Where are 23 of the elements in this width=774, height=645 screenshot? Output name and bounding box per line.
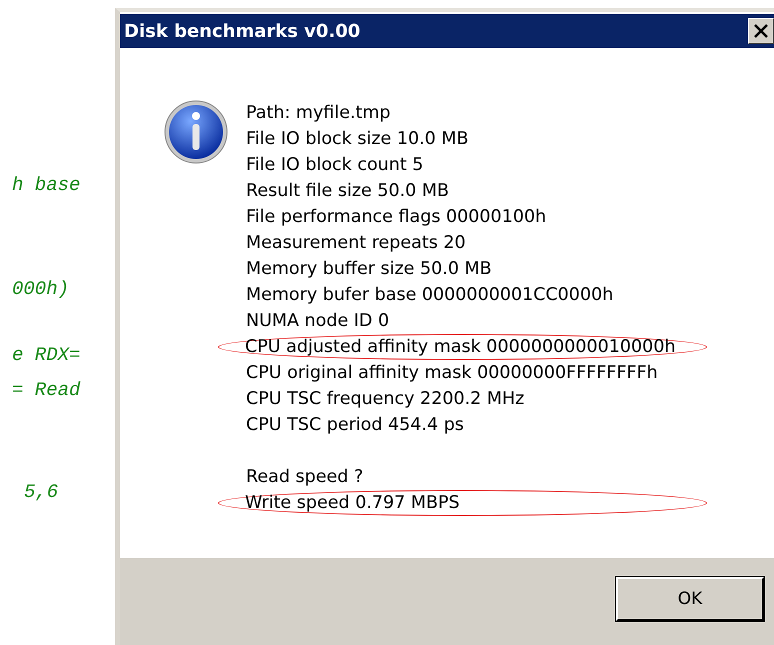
window-title: Disk benchmarks v0.00: [124, 20, 360, 42]
info-line: File IO block size 10.0 MB: [245, 128, 470, 151]
close-button[interactable]: [748, 18, 774, 44]
info-line: Result file size 50.0 MB: [245, 180, 450, 203]
info-icon: [164, 100, 228, 164]
close-icon: [752, 22, 770, 40]
info-line: File performance flags 00000100h: [245, 206, 548, 229]
info-line: Memory bufer base 0000000001CC0000h: [245, 284, 614, 307]
info-line: CPU original affinity mask 00000000FFFFFFFFh: [245, 362, 659, 385]
info-line: CPU TSC period 454.4 ps: [245, 414, 465, 437]
code-fragment: 5,6: [24, 480, 60, 505]
info-line: Read speed ?: [245, 466, 364, 489]
info-line: Path: myfile.tmp: [245, 102, 392, 125]
ok-button[interactable]: OK: [616, 576, 764, 620]
code-fragment: e RDX=: [12, 343, 82, 368]
code-fragment: h base: [12, 173, 82, 198]
info-line: NUMA node ID 0: [245, 310, 390, 333]
info-line: Memory buffer size 50.0 MB: [245, 258, 493, 281]
code-fragment: 000h): [12, 277, 70, 302]
code-fragment: = Read: [12, 378, 82, 403]
info-line: Measurement repeats 20: [245, 232, 467, 255]
info-line: CPU TSC frequency 2200.2 MHz: [245, 388, 526, 411]
info-line: File IO block count 5: [245, 154, 424, 177]
